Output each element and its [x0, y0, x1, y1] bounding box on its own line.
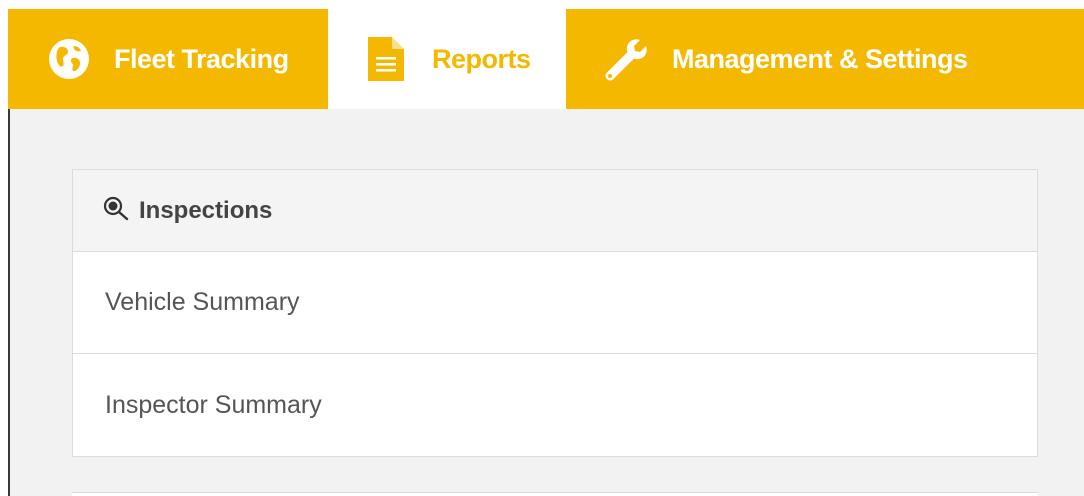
- content-area: Inspections Vehicle Summary Inspector Su…: [8, 109, 1084, 496]
- wrench-icon: [602, 36, 648, 82]
- globe-icon: [48, 38, 90, 80]
- top-navigation: Fleet Tracking Reports Management & Sett…: [8, 9, 1084, 109]
- tab-reports-label: Reports: [432, 43, 531, 74]
- search-icon: [103, 196, 131, 222]
- tab-fleet-tracking[interactable]: Fleet Tracking: [8, 9, 328, 109]
- panel-title: Inspections: [139, 196, 273, 224]
- tab-management-settings-label: Management & Settings: [672, 43, 968, 74]
- list-item-label: Vehicle Summary: [105, 288, 300, 316]
- list-item-inspector-summary[interactable]: Inspector Summary: [73, 354, 1037, 456]
- tab-reports[interactable]: Reports: [328, 9, 566, 109]
- document-icon: [366, 35, 406, 83]
- panel-header: Inspections: [73, 170, 1037, 252]
- next-panel-edge: [72, 492, 1038, 496]
- list-item-label: Inspector Summary: [105, 390, 322, 419]
- list-item-vehicle-summary[interactable]: Vehicle Summary: [73, 252, 1037, 354]
- tab-management-settings[interactable]: Management & Settings: [566, 9, 1084, 109]
- page: Fleet Tracking Reports Management & Sett…: [0, 0, 1084, 496]
- tab-fleet-tracking-label: Fleet Tracking: [114, 43, 289, 74]
- inspections-panel: Inspections Vehicle Summary Inspector Su…: [72, 169, 1038, 457]
